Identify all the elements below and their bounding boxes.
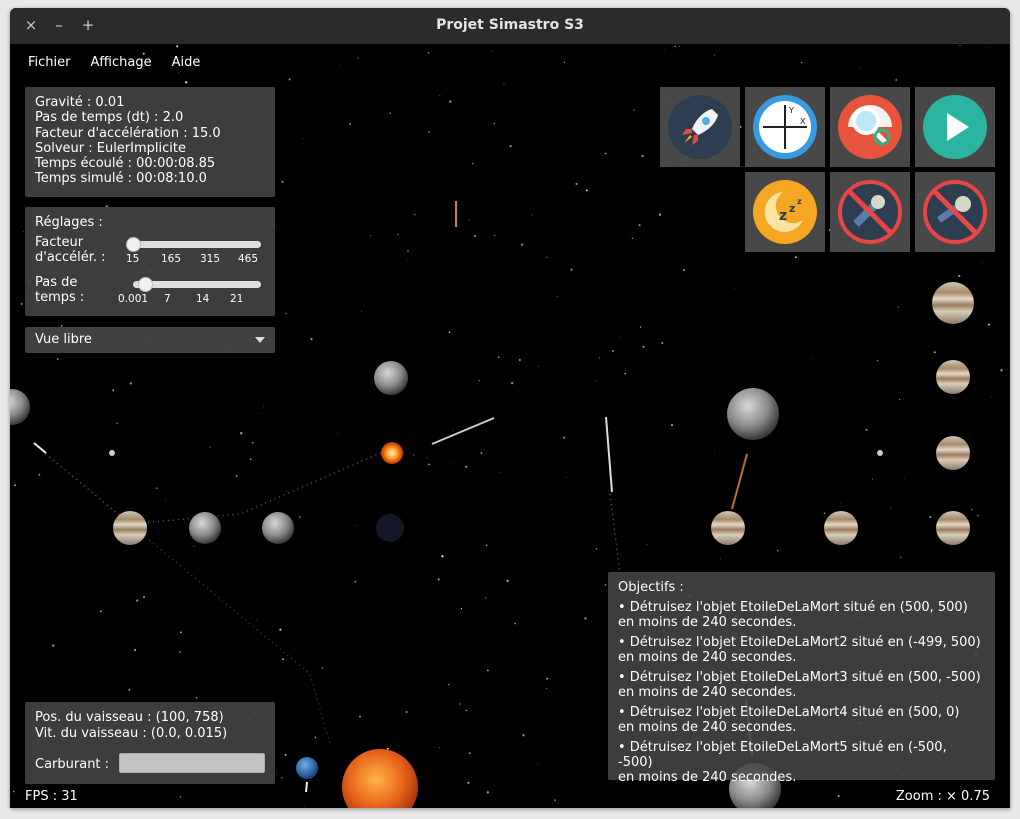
accel-slider[interactable] [126, 237, 261, 252]
tick-label: 165 [161, 253, 182, 265]
play-icon [923, 95, 987, 159]
window-title: Projet Simastro S3 [436, 17, 584, 33]
menu-bar: Fichier Affichage Aide [18, 52, 210, 74]
small-star [877, 450, 883, 456]
axes-button[interactable]: Y X [745, 87, 825, 167]
view-mode-value: Vue libre [35, 332, 92, 347]
menu-affichage[interactable]: Affichage [81, 52, 162, 74]
simulation-info-panel: Gravité : 0.01 Pas de temps (dt) : 2.0 F… [25, 87, 275, 197]
tick-label: 15 [126, 253, 140, 265]
explosion [381, 442, 403, 464]
dt-slider-thumb[interactable] [138, 277, 153, 292]
planet [189, 512, 221, 544]
tick-label: 7 [164, 293, 171, 305]
fps-counter: FPS : 31 [25, 789, 78, 804]
solver-text: Solveur : EulerImplicite [35, 140, 186, 156]
comet [33, 442, 47, 454]
gravity-text: Gravité : 0.01 [35, 95, 125, 110]
sun [342, 749, 418, 808]
accel-slider-label: Facteur d'accélér. : [35, 235, 106, 265]
svg-text:z: z [789, 202, 795, 215]
ship-info-panel: Pos. du vaisseau : (100, 758) Vit. du va… [25, 702, 275, 784]
comet [305, 781, 308, 793]
settings-title: Réglages : [35, 215, 103, 230]
gas-giant [824, 511, 858, 545]
objectives-panel: Objectifs : • Détruisez l'objet EtoileDe… [608, 572, 995, 785]
no-comets-button[interactable] [830, 172, 910, 252]
accel-slider-row: Facteur d'accélér. : 15 165 315 465 [35, 235, 275, 271]
axes-icon: Y X [753, 95, 817, 159]
objective-item: • Détruisez l'objet EtoileDeLaMort4 situ… [618, 705, 960, 735]
objectives-title: Objectifs : [618, 580, 684, 595]
comet [431, 417, 495, 445]
settings-panel: Réglages : Facteur d'accélér. : 15 165 31… [25, 207, 275, 316]
moon-zzz-icon: z z z [753, 180, 817, 244]
comet [731, 453, 748, 510]
comet [605, 416, 613, 493]
planet [376, 514, 404, 542]
no-comet-icon [838, 180, 902, 244]
svg-text:Y: Y [788, 106, 794, 115]
dt-slider-row: Pas de temps : 0.001 7 14 21 [35, 275, 275, 311]
dt-slider-label: Pas de temps : [35, 275, 85, 305]
title-bar: × – + Projet Simastro S3 [10, 8, 1010, 44]
gas-giant [932, 282, 974, 324]
earth-spaceship[interactable] [296, 757, 318, 779]
simulated-time-text: Temps simulé : 00:08:10.0 [35, 171, 207, 187]
dt-slider[interactable] [133, 277, 261, 292]
rocket-button[interactable] [660, 87, 740, 167]
gas-giant [936, 511, 970, 545]
objective-item: • Détruisez l'objet EtoileDeLaMort3 situ… [618, 670, 981, 700]
gas-giant [113, 511, 147, 545]
play-button[interactable] [915, 87, 995, 167]
dt-text: Pas de temps (dt) : 2.0 [35, 110, 184, 126]
ship-velocity-text: Vit. du vaisseau : (0.0, 0.015) [35, 725, 228, 741]
objective-item: • Détruisez l'objet EtoileDeLaMort5 situ… [618, 740, 947, 785]
objective-item: • Détruisez l'objet EtoileDeLaMort2 situ… [618, 635, 981, 665]
svg-text:z: z [779, 208, 787, 224]
small-star [109, 450, 115, 456]
objective-item: • Détruisez l'objet EtoileDeLaMort situé… [618, 600, 968, 630]
fuel-label: Carburant : [35, 757, 110, 772]
fuel-progress-bar [119, 753, 265, 773]
chevron-down-icon [255, 337, 265, 343]
magnifier-icon [838, 95, 902, 159]
tick-label: 465 [238, 253, 259, 265]
tick-label: 0.001 [118, 293, 149, 305]
gas-giant [936, 436, 970, 470]
elapsed-time-text: Temps écoulé : 00:00:08.85 [35, 156, 216, 172]
accel-text: Facteur d'accélération : 15.0 [35, 125, 221, 141]
planet [374, 361, 408, 395]
simulation-canvas[interactable]: Fichier Affichage Aide Gravité : 0.01 Pa… [10, 44, 1010, 808]
planet [727, 388, 779, 440]
tick-label: 21 [230, 293, 244, 305]
search-button[interactable] [830, 87, 910, 167]
view-mode-select[interactable]: Vue libre [25, 327, 275, 353]
ship-position-text: Pos. du vaisseau : (100, 758) [35, 710, 224, 725]
zoom-level: Zoom : × 0.75 [895, 789, 990, 804]
svg-text:X: X [800, 117, 806, 126]
app-window: × – + Projet Simastro S3 Fichier Afficha… [10, 8, 1010, 808]
tick-label: 14 [196, 293, 210, 305]
rocket-icon [668, 95, 732, 159]
tick-label: 315 [200, 253, 221, 265]
sleep-button[interactable]: z z z [745, 172, 825, 252]
menu-aide[interactable]: Aide [162, 52, 211, 74]
planet [262, 512, 294, 544]
svg-text:z: z [797, 197, 802, 206]
gas-giant [936, 360, 970, 394]
planet [10, 389, 30, 425]
no-asteroids-button[interactable] [915, 172, 995, 252]
gas-giant [711, 511, 745, 545]
menu-fichier[interactable]: Fichier [18, 52, 81, 74]
accel-slider-thumb[interactable] [126, 237, 141, 252]
no-asteroid-icon [923, 180, 987, 244]
